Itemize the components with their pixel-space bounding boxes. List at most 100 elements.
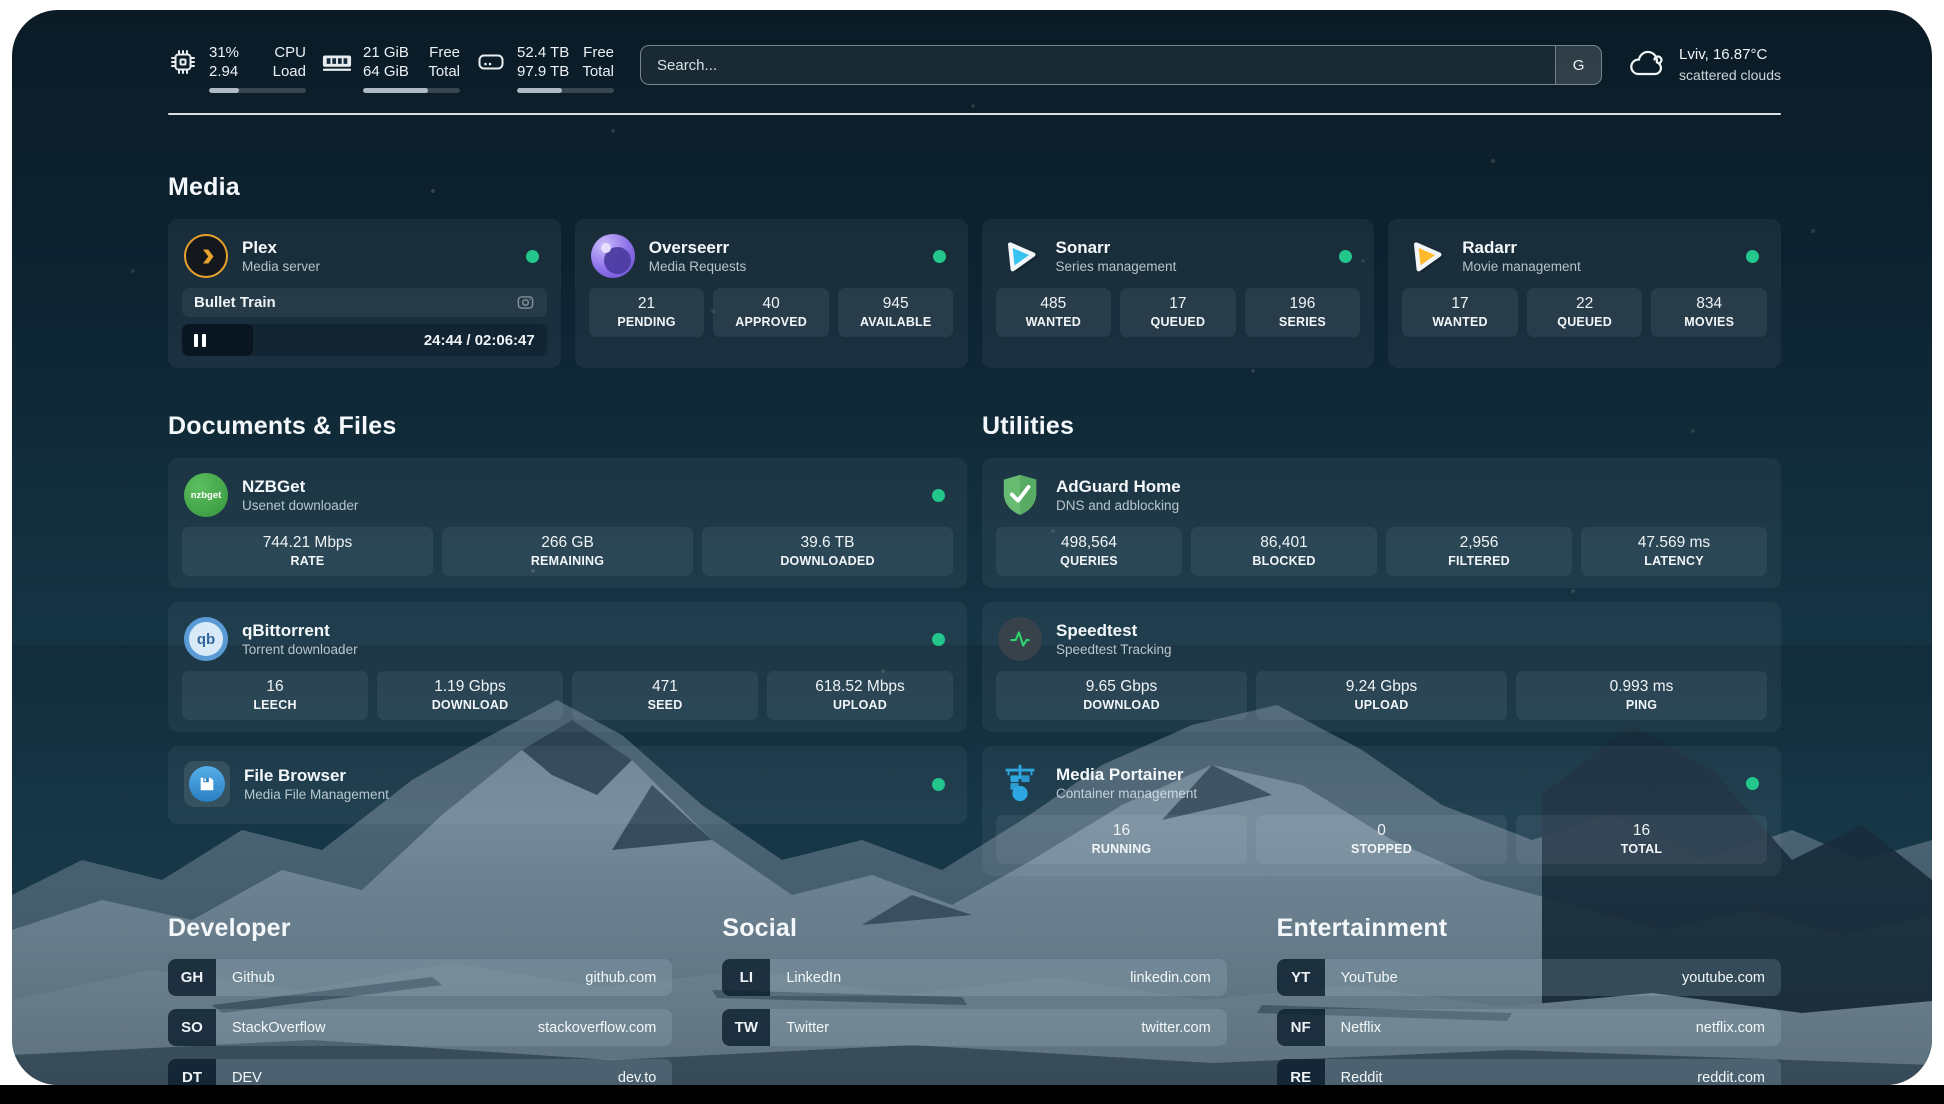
stat-tile: 47.569 ms LATENCY	[1581, 527, 1767, 576]
bookmark-url: twitter.com	[1141, 1020, 1210, 1036]
app-name: Media Portainer	[1056, 764, 1197, 785]
card-filebrowser[interactable]: File Browser Media File Management	[168, 746, 967, 824]
ram-label-line1: Free	[429, 44, 460, 61]
cpu-stat-block: 31% 2.94 CPU Load	[209, 43, 306, 93]
bookmark-url: linkedin.com	[1130, 970, 1211, 986]
stat-tile: 618.52 Mbps UPLOAD	[767, 671, 953, 720]
weather-location-temp: Lviv, 16.87°C	[1679, 45, 1781, 65]
bookmark-abbr: SO	[168, 1009, 216, 1046]
stat-tile: 834 MOVIES	[1651, 288, 1767, 337]
weather-condition: scattered clouds	[1679, 65, 1781, 85]
bookmark-abbr: DT	[168, 1059, 216, 1085]
search-input[interactable]	[641, 46, 1555, 84]
app-name: Speedtest	[1056, 620, 1172, 641]
portainer-logo-icon	[998, 761, 1042, 805]
stat-tile: 2,956 FILTERED	[1386, 527, 1572, 576]
bookmark-url: stackoverflow.com	[538, 1020, 656, 1036]
status-dot	[932, 778, 945, 791]
sonarr-logo-icon	[998, 234, 1042, 278]
section-title-media: Media	[168, 173, 1781, 202]
bookmark-name: Github	[232, 970, 275, 986]
ram-progress-track	[363, 88, 460, 93]
hardware-stats: 31% 2.94 CPU Load	[168, 43, 614, 93]
card-nzbget[interactable]: nzbget NZBGet Usenet downloader 744.21 M…	[168, 458, 967, 588]
developer-column: Developer GH Github github.com SO StackO…	[168, 914, 672, 1085]
stat-tile: 744.21 Mbps RATE	[182, 527, 433, 576]
documents-column: Documents & Files nzbget NZBGet Usenet d…	[168, 412, 967, 876]
bookmark-name: Reddit	[1341, 1070, 1383, 1086]
pause-icon	[194, 334, 206, 347]
filebrowser-logo-icon	[184, 761, 230, 807]
cpu-progress-fill	[209, 88, 239, 93]
bookmark-stackoverflow[interactable]: SO StackOverflow stackoverflow.com	[168, 1009, 672, 1046]
app-subtitle: Speedtest Tracking	[1056, 641, 1172, 658]
card-overseerr[interactable]: Overseerr Media Requests 21 PENDING 40 A…	[575, 219, 968, 368]
bookmark-abbr: LI	[722, 959, 770, 996]
bookmark-name: LinkedIn	[786, 970, 841, 986]
disk-icon	[476, 47, 506, 77]
stat-tile: 17 WANTED	[1402, 288, 1518, 337]
media-grid: Plex Media server Bullet Train	[168, 219, 1781, 368]
disk-label-line1: Free	[583, 44, 614, 61]
bookmark-name: Netflix	[1341, 1020, 1381, 1036]
bookmark-url: github.com	[585, 970, 656, 986]
status-dot	[933, 250, 946, 263]
ram-label-line2: Total	[428, 63, 460, 80]
app-subtitle: Container management	[1056, 785, 1197, 802]
stat-tile: 196 SERIES	[1245, 288, 1361, 337]
playback-time: 24:44 / 02:06:47	[424, 332, 535, 349]
stat-tile: 9.65 Gbps DOWNLOAD	[996, 671, 1247, 720]
bookmark-url: netflix.com	[1696, 1020, 1765, 1036]
bookmark-name: YouTube	[1341, 970, 1398, 986]
app-subtitle: Media File Management	[244, 786, 389, 803]
bookmark-github[interactable]: GH Github github.com	[168, 959, 672, 996]
search-engine-button[interactable]: G	[1555, 46, 1601, 84]
card-portainer[interactable]: Media Portainer Container management 16 …	[982, 746, 1781, 876]
bookmark-dev[interactable]: DT DEV dev.to	[168, 1059, 672, 1085]
disk-stat-group: 52.4 TB 97.9 TB Free Total	[476, 43, 614, 93]
cpu-label-line2: Load	[273, 63, 306, 80]
card-adguard[interactable]: AdGuard Home DNS and adblocking 498,564 …	[982, 458, 1781, 588]
disk-free-value: 52.4 TB	[517, 44, 569, 61]
search-bar: G	[640, 45, 1602, 85]
bookmark-linkedin[interactable]: LI LinkedIn linkedin.com	[722, 959, 1226, 996]
dashboard-frame: 31% 2.94 CPU Load	[12, 10, 1932, 1085]
now-playing-row: Bullet Train	[182, 288, 547, 317]
bookmark-reddit[interactable]: RE Reddit reddit.com	[1277, 1059, 1781, 1085]
card-plex[interactable]: Plex Media server Bullet Train	[168, 219, 561, 368]
app-name: AdGuard Home	[1056, 476, 1181, 497]
cloud-icon	[1628, 50, 1666, 80]
speedtest-logo-icon	[998, 617, 1042, 661]
app-name: Plex	[242, 237, 320, 258]
disk-label-line2: Total	[582, 63, 614, 80]
bookmark-name: StackOverflow	[232, 1020, 325, 1036]
stat-tile: 9.24 Gbps UPLOAD	[1256, 671, 1507, 720]
app-subtitle: Torrent downloader	[242, 641, 358, 658]
stat-tile: 485 WANTED	[996, 288, 1112, 337]
app-name: Overseerr	[649, 237, 747, 258]
card-qbittorrent[interactable]: qb qBittorrent Torrent downloader 16 LEE…	[168, 602, 967, 732]
app-subtitle: Movie management	[1462, 258, 1581, 275]
stat-tile: 945 AVAILABLE	[838, 288, 954, 337]
status-dot	[932, 633, 945, 646]
disk-progress-fill	[517, 88, 562, 93]
bookmark-twitter[interactable]: TW Twitter twitter.com	[722, 1009, 1226, 1046]
app-name: File Browser	[244, 765, 389, 786]
card-speedtest[interactable]: Speedtest Speedtest Tracking 9.65 Gbps D…	[982, 602, 1781, 732]
cpu-icon	[168, 47, 198, 77]
bookmark-abbr: YT	[1277, 959, 1325, 996]
session-camera-icon	[516, 293, 535, 312]
stat-tile: 22 QUEUED	[1527, 288, 1643, 337]
bookmark-netflix[interactable]: NF Netflix netflix.com	[1277, 1009, 1781, 1046]
bookmark-youtube[interactable]: YT YouTube youtube.com	[1277, 959, 1781, 996]
cpu-stat-group: 31% 2.94 CPU Load	[168, 43, 306, 93]
radarr-logo-icon	[1404, 234, 1448, 278]
app-name: qBittorrent	[242, 620, 358, 641]
playback-progress-bar: 24:44 / 02:06:47	[182, 324, 547, 356]
header-divider	[168, 113, 1781, 115]
card-sonarr[interactable]: Sonarr Series management 485 WANTED 17 Q…	[982, 219, 1375, 368]
stat-tile: 40 APPROVED	[713, 288, 829, 337]
card-radarr[interactable]: Radarr Movie management 17 WANTED 22 QUE…	[1388, 219, 1781, 368]
social-column: Social LI LinkedIn linkedin.com TW Twitt…	[722, 914, 1226, 1085]
bookmark-name: DEV	[232, 1070, 262, 1086]
